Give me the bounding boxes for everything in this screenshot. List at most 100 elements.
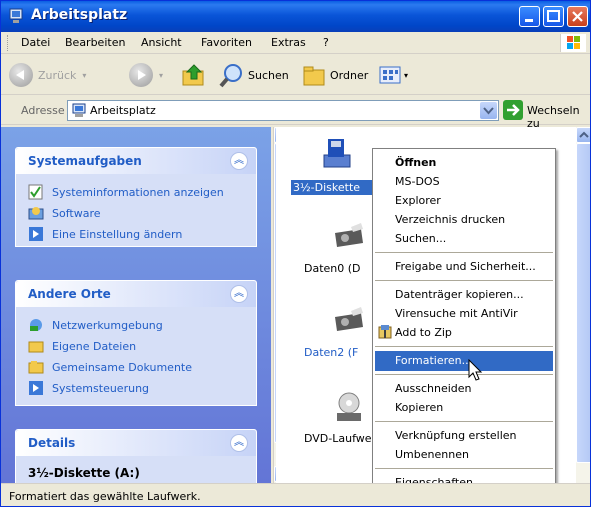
back-label: Zurück: [38, 68, 77, 82]
ctx-print-directory[interactable]: Verzeichnis drucken: [375, 210, 553, 230]
control-panel-icon: [29, 227, 43, 241]
drive-floppy[interactable]: 3½-Diskette: [291, 137, 381, 195]
network-icon: [30, 319, 42, 331]
address-input[interactable]: Arbeitsplatz: [67, 100, 499, 121]
address-label: Adresse: [21, 104, 65, 117]
collapse-chevron-icon[interactable]: ︽: [230, 152, 248, 170]
folders-icon: [303, 66, 325, 86]
ctx-explorer[interactable]: Explorer: [375, 191, 553, 211]
scroll-up-button[interactable]: [576, 127, 590, 143]
ctx-separator: [375, 421, 553, 422]
ctx-search[interactable]: Suchen...: [375, 229, 553, 249]
windows-logo: [560, 34, 586, 52]
folder-icon: [28, 341, 44, 353]
software-icon: [28, 207, 44, 220]
zip-archive-icon: [378, 325, 392, 339]
address-value: Arbeitsplatz: [90, 104, 156, 117]
task-link-system-info[interactable]: Systeminformationen anzeigen: [16, 182, 256, 203]
task-pane: Systemaufgaben ︽ Systeminformationen anz…: [1, 127, 271, 483]
ctx-rename[interactable]: Umbenennen: [375, 445, 553, 465]
floppy-drive-icon: [323, 139, 351, 168]
title-bar[interactable]: Arbeitsplatz: [1, 1, 590, 32]
other-places-header[interactable]: Andere Orte ︽: [16, 281, 256, 307]
folders-button[interactable]: Ordner: [301, 61, 368, 89]
ctx-cut[interactable]: Ausschneiden: [375, 379, 553, 399]
status-bar: Formatiert das gewählte Laufwerk.: [1, 483, 590, 506]
ctx-sharing-security[interactable]: Freigabe und Sicherheit...: [375, 257, 553, 277]
my-computer-small-icon: [72, 103, 86, 117]
place-link-my-documents[interactable]: Eigene Dateien: [16, 336, 256, 357]
menu-favoriten[interactable]: Favoriten: [201, 36, 252, 49]
drive-floppy-label: 3½-Diskette: [291, 180, 381, 195]
system-tasks-header[interactable]: Systemaufgaben ︽: [16, 148, 256, 174]
back-button[interactable]: Zurück ▾: [9, 61, 86, 89]
dvd-drive-icon: [337, 392, 361, 421]
ctx-format[interactable]: Formatieren...: [375, 351, 553, 371]
place-link-network[interactable]: Netzwerkumgebung: [16, 315, 256, 336]
mouse-cursor-icon: [468, 359, 483, 381]
close-icon: [572, 11, 583, 22]
system-info-icon: [28, 184, 43, 200]
ctx-separator: [375, 280, 553, 281]
menu-bar: Datei Bearbeiten Ansicht Favoriten Extra…: [1, 32, 590, 54]
views-button[interactable]: ▾: [379, 61, 408, 89]
collapse-chevron-icon[interactable]: ︽: [230, 285, 248, 303]
menu-extras[interactable]: Extras: [271, 36, 306, 49]
ctx-copy-disk[interactable]: Datenträger kopieren...: [375, 285, 553, 305]
menu-bearbeiten[interactable]: Bearbeiten: [65, 36, 125, 49]
address-dropdown-button[interactable]: [480, 102, 497, 119]
hard-drive-icon: [335, 223, 363, 247]
hard-drive-icon: [335, 307, 363, 331]
collapse-chevron-icon[interactable]: ︽: [230, 434, 248, 452]
minimize-button[interactable]: [519, 6, 540, 27]
ctx-separator: [375, 252, 553, 253]
other-places-title: Andere Orte: [28, 287, 111, 301]
place-link-control-panel[interactable]: Systemsteuerung: [16, 378, 256, 399]
explorer-window: Arbeitsplatz Datei Bearbeiten Ansicht Fa…: [0, 0, 591, 507]
ctx-create-shortcut[interactable]: Verknüpfung erstellen: [375, 426, 553, 446]
forward-button[interactable]: ▾: [129, 61, 163, 89]
task-link-change-setting[interactable]: Eine Einstellung ändern: [16, 224, 256, 245]
windows-flag-icon: [567, 36, 580, 49]
maximize-button[interactable]: [543, 6, 564, 27]
menu-help[interactable]: ?: [323, 36, 329, 49]
place-link-shared-documents[interactable]: Gemeinsame Dokumente: [16, 357, 256, 378]
details-box: Details ︽ 3½-Diskette (A:): [15, 429, 257, 483]
views-icon: [379, 66, 401, 84]
toolbar: Zurück ▾ ▾ Suchen Ordner ▾: [1, 55, 590, 95]
chevron-down-icon: [483, 107, 494, 115]
forward-arrow-icon: [129, 63, 153, 87]
back-dropdown-icon[interactable]: ▾: [82, 71, 86, 80]
context-menu: Öffnen MS-DOS Explorer Verzeichnis druck…: [372, 148, 556, 501]
shared-folder-icon: [28, 361, 44, 374]
system-tasks-title: Systemaufgaben: [28, 154, 142, 168]
ctx-add-to-zip[interactable]: Add to Zip: [375, 323, 553, 343]
scroll-thumb[interactable]: [576, 143, 590, 463]
ctx-open[interactable]: Öffnen: [375, 153, 553, 173]
ctx-separator: [375, 346, 553, 347]
close-button[interactable]: [567, 6, 588, 27]
go-arrow-icon: [507, 104, 520, 116]
ctx-copy[interactable]: Kopieren: [375, 398, 553, 418]
status-text: Formatiert das gewählte Laufwerk.: [9, 490, 201, 503]
search-icon: [219, 64, 242, 88]
forward-dropdown-icon[interactable]: ▾: [159, 71, 163, 80]
menu-datei[interactable]: Datei: [21, 36, 50, 49]
search-button[interactable]: Suchen: [219, 61, 289, 89]
task-link-software[interactable]: Software: [16, 203, 256, 224]
other-places-box: Andere Orte ︽ Netzwerkumgebung Eigene Da…: [15, 280, 257, 406]
control-panel-icon: [29, 381, 43, 395]
menu-grip[interactable]: [7, 35, 10, 51]
chevron-up-icon: [579, 131, 589, 138]
ctx-antivir-scan[interactable]: Virensuche mit AntiVir: [375, 304, 553, 324]
drive-list-scrollbar[interactable]: [576, 127, 590, 483]
ctx-msdos[interactable]: MS-DOS: [375, 172, 553, 192]
go-button[interactable]: [503, 100, 523, 120]
back-arrow-icon: [9, 63, 33, 87]
up-button[interactable]: [181, 61, 207, 89]
details-header[interactable]: Details ︽: [16, 430, 256, 456]
menu-ansicht[interactable]: Ansicht: [141, 36, 182, 49]
my-computer-icon: [9, 8, 23, 23]
address-bar: Adresse Arbeitsplatz Wechseln zu: [1, 95, 590, 130]
views-dropdown-icon[interactable]: ▾: [404, 71, 408, 80]
